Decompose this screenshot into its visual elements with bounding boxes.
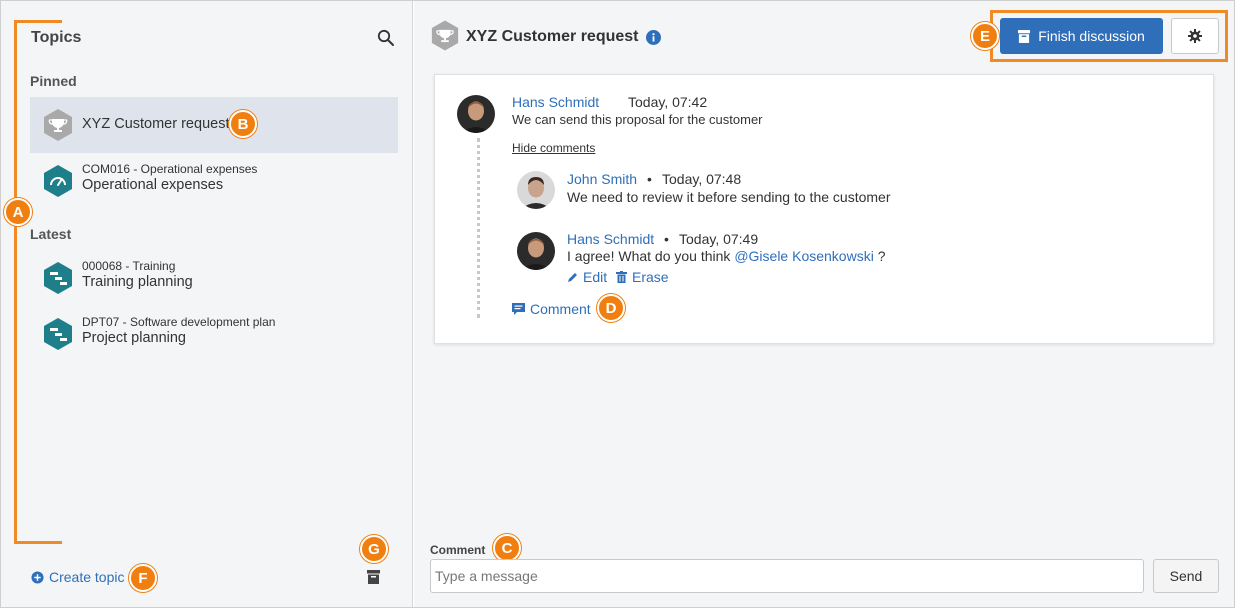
trash-icon xyxy=(616,271,627,283)
gear-icon xyxy=(1188,29,1202,43)
trophy-icon xyxy=(431,20,459,51)
pencil-icon xyxy=(568,273,577,282)
topic-name: Training planning xyxy=(82,274,193,290)
topic-item-operational-expenses[interactable]: COM016 - Operational expenses Operationa… xyxy=(30,153,398,209)
topic-name: Operational expenses xyxy=(82,177,224,193)
create-topic-label: Create topic xyxy=(49,569,125,585)
author-name[interactable]: Hans Schmidt xyxy=(567,231,654,247)
finish-discussion-label: Finish discussion xyxy=(1038,28,1145,44)
topic-item-xyz-customer-request[interactable]: XYZ Customer request xyxy=(30,97,398,153)
annotation-badge-a: A xyxy=(4,198,32,226)
info-icon[interactable] xyxy=(646,30,661,45)
composer-label: Comment xyxy=(430,543,486,557)
thread-line xyxy=(477,138,480,318)
topic-item-training-planning[interactable]: 000068 - Training Training planning xyxy=(30,250,398,306)
create-topic-button[interactable]: Create topic xyxy=(31,569,124,585)
edit-button[interactable]: Edit xyxy=(567,269,607,285)
post-text: We can send this proposal for the custom… xyxy=(512,112,763,127)
plus-circle-icon xyxy=(31,570,44,584)
message-input[interactable] xyxy=(430,559,1144,593)
post-time: Today, 07:42 xyxy=(628,94,708,110)
annotation-bracket-a xyxy=(14,20,62,544)
archive-icon xyxy=(1018,29,1031,43)
comment-text-after: ? xyxy=(873,248,886,264)
avatar xyxy=(457,95,495,133)
topic-code: COM016 - Operational expenses xyxy=(82,162,258,176)
topics-sidebar: Topics Pinned XYZ Customer request COM01… xyxy=(1,1,413,607)
author-name[interactable]: Hans Schmidt xyxy=(512,94,599,110)
avatar xyxy=(517,171,555,209)
thread-card: Hans Schmidt Today, 07:42 We can send th… xyxy=(434,74,1214,344)
settings-button[interactable] xyxy=(1171,18,1219,54)
separator-dot: • xyxy=(647,171,652,187)
discussion-title: XYZ Customer request xyxy=(466,28,639,45)
mention-link[interactable]: @Gisele Kosenkowski xyxy=(734,248,874,264)
topic-code: DPT07 - Software development plan xyxy=(82,315,276,329)
annotation-badge-f: F xyxy=(129,564,157,592)
add-comment-link[interactable]: Comment xyxy=(512,301,591,317)
author-name[interactable]: John Smith xyxy=(567,171,637,187)
finish-discussion-button[interactable]: Finish discussion xyxy=(1000,18,1163,54)
comment-text: I agree! What do you think @Gisele Kosen… xyxy=(567,248,886,264)
topic-item-project-planning[interactable]: DPT07 - Software development plan Projec… xyxy=(30,306,398,362)
comment-link-label: Comment xyxy=(530,301,591,317)
annotation-badge-g: G xyxy=(360,535,388,563)
topic-name: Project planning xyxy=(82,330,186,346)
annotation-badge-b: B xyxy=(229,110,257,138)
topic-code: 000068 - Training xyxy=(82,259,176,273)
separator-dot: • xyxy=(664,231,669,247)
send-button[interactable]: Send xyxy=(1153,559,1219,593)
edit-label: Edit xyxy=(583,269,608,285)
annotation-badge-d: D xyxy=(597,294,625,322)
annotation-badge-e: E xyxy=(971,22,999,50)
hide-comments-link[interactable]: Hide comments xyxy=(512,141,595,155)
erase-button[interactable]: Erase xyxy=(616,269,669,285)
comment-time: Today, 07:48 xyxy=(662,171,742,187)
archive-icon[interactable] xyxy=(367,570,380,584)
annotation-badge-c: C xyxy=(493,534,521,562)
topic-title: XYZ Customer request xyxy=(82,116,230,132)
search-icon[interactable] xyxy=(377,29,395,47)
discussion-panel: XYZ Customer request Finish discussion E xyxy=(414,1,1234,607)
erase-label: Erase xyxy=(632,269,669,285)
comment-text: We need to review it before sending to t… xyxy=(567,189,891,205)
comment-time: Today, 07:49 xyxy=(679,231,759,247)
comment-text-before: I agree! What do you think xyxy=(567,248,735,264)
avatar xyxy=(517,232,555,270)
comment-icon xyxy=(512,303,525,315)
